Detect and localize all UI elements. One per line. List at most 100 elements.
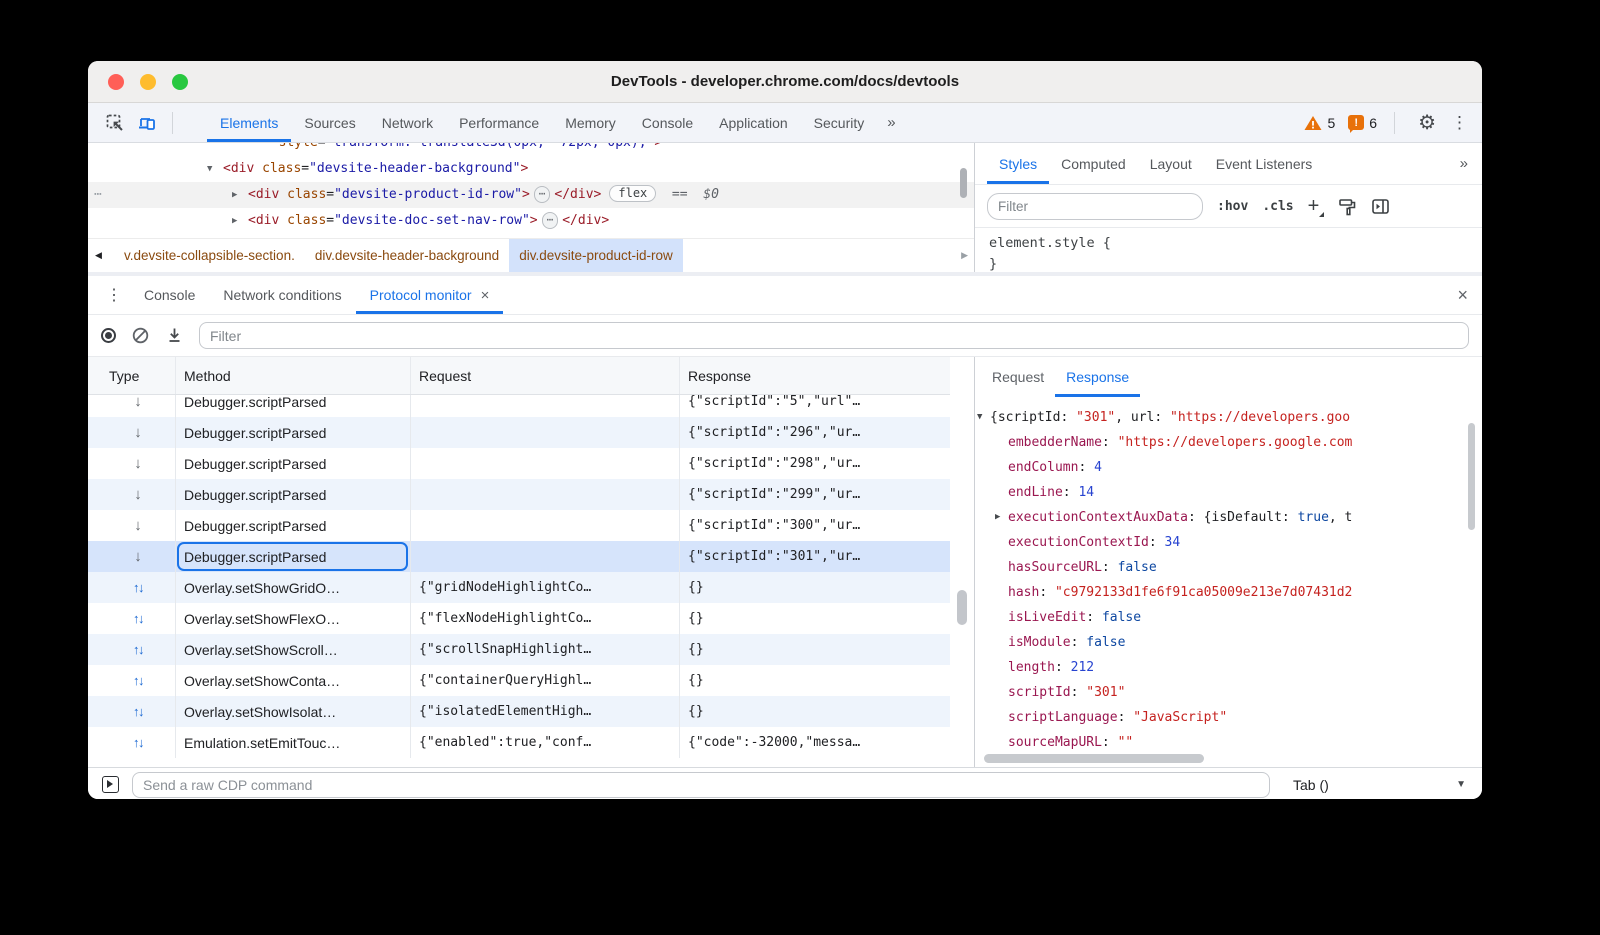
table-row[interactable]: ↓Debugger.scriptParsed{"scriptId":"301",… <box>88 541 950 572</box>
json-tree-line[interactable]: scriptId: "301" <box>975 680 1482 705</box>
inspect-element-icon[interactable] <box>104 112 126 134</box>
column-header-type[interactable]: Type <box>88 357 176 394</box>
toggle-command-editor-icon[interactable] <box>102 776 119 793</box>
drawer-tab-console[interactable]: Console <box>130 276 209 314</box>
dom-tree-node[interactable]: " style="transform: translate3d(0px, -72… <box>88 143 974 156</box>
clear-icon[interactable] <box>131 326 150 345</box>
column-header-method[interactable]: Method <box>176 357 411 394</box>
breadcrumb-item-div-devsite-header-background[interactable]: div.devsite-header-background <box>305 239 509 272</box>
column-header-response[interactable]: Response <box>680 357 950 394</box>
json-tree-line[interactable]: length: 212 <box>975 655 1482 680</box>
json-tree-line[interactable]: isLiveEdit: false <box>975 605 1482 630</box>
expanded-arrow-icon[interactable]: ▼ <box>207 156 212 182</box>
dom-tree[interactable]: " style="transform: translate3d(0px, -72… <box>88 143 974 238</box>
styles-more-tabs-icon[interactable]: » <box>1460 155 1468 172</box>
json-tree-line[interactable]: hasSourceURL: false <box>975 555 1482 580</box>
json-tree-line[interactable]: ▶executionContextAuxData: {isDefault: tr… <box>975 505 1482 530</box>
expand-children-icon[interactable]: ⋯ <box>534 186 551 203</box>
json-tree-line[interactable]: sourceMapURL: "" <box>975 730 1482 755</box>
table-row[interactable]: ↓Debugger.scriptParsed{"scriptId":"300",… <box>88 510 950 541</box>
minimize-window-button[interactable] <box>140 74 156 90</box>
json-tree-line[interactable]: ▼{scriptId: "301", url: "https://develop… <box>975 405 1482 430</box>
settings-gear-icon[interactable]: ⚙ <box>1418 113 1436 133</box>
collapsed-arrow-icon[interactable]: ▶ <box>232 182 237 208</box>
tab-security[interactable]: Security <box>801 103 878 142</box>
close-tab-icon[interactable]: × <box>481 287 490 304</box>
tab-application[interactable]: Application <box>706 103 801 142</box>
drawer-tab-network-conditions[interactable]: Network conditions <box>209 276 355 314</box>
styles-tab-layout[interactable]: Layout <box>1138 143 1204 184</box>
styles-tab-styles[interactable]: Styles <box>987 143 1049 184</box>
table-row[interactable]: ↓Debugger.scriptParsed{"scriptId":"5","u… <box>88 395 950 417</box>
cdp-command-input[interactable] <box>132 772 1270 798</box>
toggle-sidebar-icon[interactable] <box>1371 197 1390 216</box>
table-scrollbar-thumb[interactable] <box>957 590 967 625</box>
tab-memory[interactable]: Memory <box>552 103 629 142</box>
toggle-device-toolbar-icon[interactable] <box>136 112 158 134</box>
styles-tab-computed[interactable]: Computed <box>1049 143 1138 184</box>
response-json-tree[interactable]: ▼{scriptId: "301", url: "https://develop… <box>975 397 1482 767</box>
table-row[interactable]: ↓Debugger.scriptParsed{"scriptId":"296",… <box>88 417 950 448</box>
tab-elements[interactable]: Elements <box>207 103 291 142</box>
expand-children-icon[interactable]: ⋯ <box>542 212 559 229</box>
target-dropdown-icon[interactable]: ▼ <box>1456 779 1466 790</box>
styles-filter-input[interactable] <box>987 193 1203 220</box>
target-selector[interactable]: Tab () <box>1293 777 1329 793</box>
customize-devtools-icon[interactable]: ⋮ <box>1449 114 1470 131</box>
drawer-menu-icon[interactable]: ⋮ <box>98 285 130 305</box>
dom-tree-node[interactable]: ▶<div class="devsite-doc-set-nav-row">⋯<… <box>88 208 974 234</box>
table-row[interactable]: ↑↓Emulation.setEmitTouc…{"enabled":true,… <box>88 727 950 758</box>
tab-sources[interactable]: Sources <box>291 103 368 142</box>
record-button[interactable] <box>101 328 116 343</box>
issues-counter[interactable]: ! 6 <box>1348 115 1377 131</box>
collapsed-arrow-icon[interactable]: ▶ <box>232 208 237 234</box>
expanded-arrow-icon[interactable]: ▼ <box>977 405 982 430</box>
table-row[interactable]: ↑↓Overlay.setShowGridO…{"gridNodeHighlig… <box>88 572 950 603</box>
more-panels-icon[interactable]: » <box>877 114 905 131</box>
zoom-window-button[interactable] <box>172 74 188 90</box>
breadcrumb-item-v-devsite-collapsible-section[interactable]: v.devsite-collapsible-section. <box>114 239 305 272</box>
breadcrumb-left-arrow-icon[interactable]: ◀ <box>95 239 102 272</box>
styles-tab-event-listeners[interactable]: Event Listeners <box>1204 143 1325 184</box>
flex-badge[interactable]: flex <box>609 185 656 202</box>
toggle-element-classes-button[interactable]: .cls <box>1262 199 1293 214</box>
column-header-request[interactable]: Request <box>411 357 680 394</box>
breadcrumb-right-arrow-icon[interactable]: ▶ <box>961 239 968 272</box>
paint-roller-icon[interactable] <box>1338 197 1357 216</box>
json-tree-line[interactable]: executionContextId: 34 <box>975 530 1482 555</box>
table-row[interactable]: ↑↓Overlay.setShowConta…{"containerQueryH… <box>88 665 950 696</box>
dom-tree-node[interactable]: ⋯▶<div class="devsite-product-id-row">⋯<… <box>88 182 974 208</box>
json-tree-line[interactable]: hash: "c9792133d1fe6f91ca05009e213e7d074… <box>975 580 1482 605</box>
new-style-rule-button[interactable]: + <box>1308 196 1325 216</box>
table-row[interactable]: ↑↓Overlay.setShowFlexO…{"flexNodeHighlig… <box>88 603 950 634</box>
table-row[interactable]: ↓Debugger.scriptParsed{"scriptId":"299",… <box>88 479 950 510</box>
table-row[interactable]: ↑↓Overlay.setShowScroll…{"scrollSnapHigh… <box>88 634 950 665</box>
close-window-button[interactable] <box>108 74 124 90</box>
close-drawer-icon[interactable]: × <box>1457 285 1468 306</box>
json-tree-line[interactable]: embedderName: "https://developers.google… <box>975 430 1482 455</box>
toggle-pseudo-classes-button[interactable]: :hov <box>1217 199 1248 214</box>
table-rows-viewport[interactable]: ↓Debugger.scriptParsed{"scriptId":"5","u… <box>88 395 950 767</box>
tab-network[interactable]: Network <box>369 103 446 142</box>
tab-performance[interactable]: Performance <box>446 103 552 142</box>
breadcrumb-item-div-devsite-product-id-row[interactable]: div.devsite-product-id-row <box>509 239 683 272</box>
protocol-filter-input[interactable] <box>199 322 1469 349</box>
detail-vertical-scrollbar[interactable] <box>1468 423 1475 530</box>
dom-tree-node[interactable]: ▼<div class="devsite-header-background"> <box>88 156 974 182</box>
json-tree-line[interactable]: endLine: 14 <box>975 480 1482 505</box>
drawer-tab-protocol-monitor[interactable]: Protocol monitor× <box>356 276 504 314</box>
elements-scrollbar[interactable] <box>960 168 967 198</box>
json-tree-line[interactable]: endColumn: 4 <box>975 455 1482 480</box>
table-row[interactable]: ↓Debugger.scriptParsed{"scriptId":"298",… <box>88 448 950 479</box>
collapsed-arrow-icon[interactable]: ▶ <box>995 505 1000 530</box>
table-scrollbar-track[interactable] <box>950 357 975 767</box>
json-tree-line[interactable]: scriptLanguage: "JavaScript" <box>975 705 1482 730</box>
json-tree-line[interactable]: isModule: false <box>975 630 1482 655</box>
table-row[interactable]: ↑↓Overlay.setShowIsolat…{"isolatedElemen… <box>88 696 950 727</box>
detail-horizontal-scrollbar[interactable] <box>984 754 1204 763</box>
console-warnings[interactable]: 5 <box>1304 115 1335 131</box>
detail-tab-request[interactable]: Request <box>981 357 1055 397</box>
tab-console[interactable]: Console <box>629 103 706 142</box>
hidden-elements-icon[interactable]: ⋯ <box>94 182 103 208</box>
element-style-rule[interactable]: element.style { } <box>975 228 1482 275</box>
